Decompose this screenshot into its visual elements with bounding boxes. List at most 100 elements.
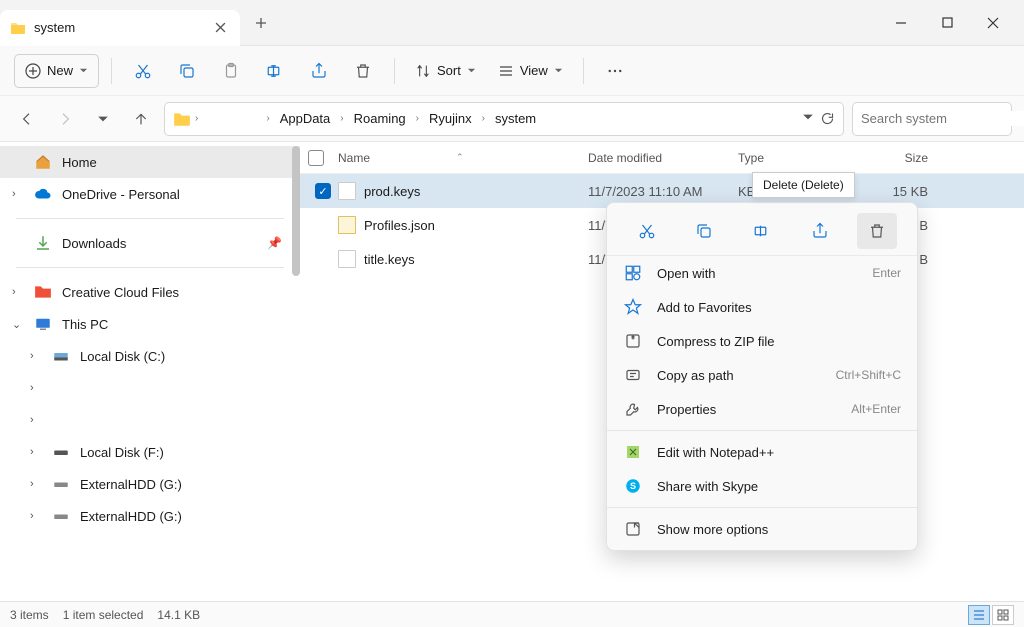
home-icon <box>34 153 52 171</box>
notepad-icon <box>623 443 643 461</box>
sidebar-item-home[interactable]: Home <box>0 146 300 178</box>
minimize-button[interactable] <box>878 6 924 40</box>
file-name: title.keys <box>364 252 415 267</box>
titlebar: system <box>0 0 1024 46</box>
paste-button[interactable] <box>212 54 250 88</box>
search-input[interactable] <box>861 111 1024 126</box>
more-button[interactable] <box>596 54 634 88</box>
details-view-button[interactable] <box>968 605 990 625</box>
folder-icon <box>10 20 26 36</box>
folder-icon <box>34 283 52 301</box>
sidebar-item-downloads[interactable]: Downloads 📌 <box>0 227 300 259</box>
tab-title: system <box>34 20 75 35</box>
crumb-roaming[interactable]: Roaming <box>348 107 412 130</box>
ctx-delete-button[interactable] <box>857 213 897 249</box>
copy-button[interactable] <box>168 54 206 88</box>
column-size[interactable]: Size <box>858 151 928 165</box>
status-items: 3 items <box>10 608 49 622</box>
rename-button[interactable] <box>256 54 294 88</box>
sidebar-item-drive-f[interactable]: › Local Disk (F:) <box>0 436 300 468</box>
file-pane: Name⌃ Date modified Type Size ✓ prod.key… <box>300 142 1024 600</box>
file-icon <box>338 216 356 234</box>
share-button[interactable] <box>300 54 338 88</box>
drive-icon <box>52 475 70 493</box>
refresh-button[interactable] <box>820 111 835 126</box>
column-name[interactable]: Name⌃ <box>338 151 588 165</box>
star-icon <box>623 298 643 316</box>
file-icon <box>338 182 356 200</box>
cut-button[interactable] <box>124 54 162 88</box>
close-window-button[interactable] <box>970 6 1016 40</box>
ctx-share-button[interactable] <box>800 213 840 249</box>
ctx-cut-button[interactable] <box>627 213 667 249</box>
sidebar-item-empty[interactable]: › <box>0 372 300 404</box>
toolbar: New Sort View <box>0 46 1024 96</box>
chevron-right-icon[interactable]: › <box>195 113 198 124</box>
sidebar-scrollbar[interactable] <box>292 146 300 276</box>
view-button[interactable]: View <box>490 54 571 88</box>
context-icon-row <box>607 207 917 256</box>
cloud-icon <box>34 185 52 203</box>
file-size: 15 KB <box>858 184 928 199</box>
sidebar-item-creative[interactable]: › Creative Cloud Files <box>0 276 300 308</box>
file-date: 11/7/2023 11:10 AM <box>588 184 738 199</box>
sidebar-item-empty2[interactable]: › <box>0 404 300 436</box>
ctx-notepad[interactable]: Edit with Notepad++ <box>607 435 917 469</box>
row-checkbox[interactable]: ✓ <box>315 183 331 199</box>
crumb-appdata[interactable]: AppData <box>274 107 337 130</box>
back-button[interactable] <box>12 104 42 134</box>
open-with-icon <box>623 264 643 282</box>
close-tab-button[interactable] <box>210 18 230 38</box>
ctx-open-with[interactable]: Open with Enter <box>607 256 917 290</box>
column-type[interactable]: Type <box>738 151 858 165</box>
zip-icon <box>623 332 643 350</box>
ctx-compress[interactable]: Compress to ZIP file <box>607 324 917 358</box>
tab-system[interactable]: system <box>0 10 240 46</box>
new-tab-button[interactable] <box>244 6 278 40</box>
sidebar-item-ext-g1[interactable]: › ExternalHDD (G:) <box>0 468 300 500</box>
view-label: View <box>520 63 548 78</box>
crumb-system[interactable]: system <box>489 107 542 130</box>
sidebar-item-thispc[interactable]: ⌄ This PC <box>0 308 300 340</box>
sidebar-label-ext-g1: ExternalHDD (G:) <box>80 477 182 492</box>
delete-button[interactable] <box>344 54 382 88</box>
sidebar-label-home: Home <box>62 155 97 170</box>
sidebar-label-ext-g2: ExternalHDD (G:) <box>80 509 182 524</box>
ctx-skype[interactable]: S Share with Skype <box>607 469 917 503</box>
address-row: › › AppData › Roaming › Ryujinx › system <box>0 96 1024 142</box>
address-bar[interactable]: › › AppData › Roaming › Ryujinx › system <box>164 102 844 136</box>
wrench-icon <box>623 400 643 418</box>
ctx-properties[interactable]: Properties Alt+Enter <box>607 392 917 426</box>
recent-button[interactable] <box>88 104 118 134</box>
forward-button[interactable] <box>50 104 80 134</box>
sidebar-item-onedrive[interactable]: › OneDrive - Personal <box>0 178 300 210</box>
sidebar-item-ext-g2[interactable]: › ExternalHDD (G:) <box>0 500 300 532</box>
ctx-favorites[interactable]: Add to Favorites <box>607 290 917 324</box>
ctx-more-options[interactable]: Show more options <box>607 512 917 546</box>
pc-icon <box>34 315 52 333</box>
column-date[interactable]: Date modified <box>588 151 738 165</box>
skype-icon: S <box>623 477 643 495</box>
sort-button[interactable]: Sort <box>407 54 484 88</box>
sidebar-item-drive-c[interactable]: › Local Disk (C:) <box>0 340 300 372</box>
pin-icon: 📌 <box>267 236 282 250</box>
sidebar-label-creative: Creative Cloud Files <box>62 285 179 300</box>
new-button[interactable]: New <box>14 54 99 88</box>
drive-icon <box>52 507 70 525</box>
column-headers[interactable]: Name⌃ Date modified Type Size <box>300 142 1024 174</box>
ctx-rename-button[interactable] <box>742 213 782 249</box>
crumb-ryujinx[interactable]: Ryujinx <box>423 107 478 130</box>
svg-text:S: S <box>630 481 636 491</box>
select-all-checkbox[interactable] <box>308 150 324 166</box>
sidebar-label-drive-c: Local Disk (C:) <box>80 349 165 364</box>
dropdown-icon[interactable] <box>802 111 814 126</box>
icons-view-button[interactable] <box>992 605 1014 625</box>
up-button[interactable] <box>126 104 156 134</box>
search-box[interactable] <box>852 102 1012 136</box>
ctx-copy-path[interactable]: Copy as path Ctrl+Shift+C <box>607 358 917 392</box>
sidebar-label-downloads: Downloads <box>62 236 126 251</box>
delete-tooltip: Delete (Delete) <box>752 172 855 198</box>
maximize-button[interactable] <box>924 6 970 40</box>
ctx-copy-button[interactable] <box>684 213 724 249</box>
folder-icon <box>173 110 191 128</box>
